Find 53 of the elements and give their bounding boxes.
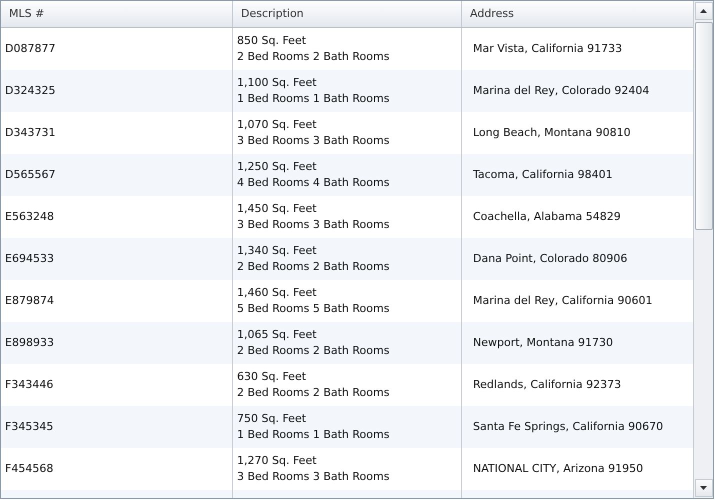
scrollbar[interactable] — [693, 1, 713, 498]
column-header[interactable]: MLS # — [1, 1, 233, 27]
column-header[interactable]: Address — [462, 1, 693, 27]
table-cell: 1 Bed Rooms 1 Bath Rooms — [237, 427, 390, 443]
scroll-up-button[interactable] — [694, 2, 712, 20]
table-cell: 1 Bed Rooms 1 Bath Rooms — [237, 91, 390, 107]
table-cell-text: D565567 — [5, 166, 56, 183]
table-cell-text: Mar Vista, California 91733 — [473, 40, 622, 57]
down-arrow-icon — [700, 486, 707, 490]
table-cell: 2 Bed Rooms 2 Bath Rooms — [237, 259, 390, 275]
table-cell-text: D343731 — [5, 124, 56, 141]
table-cell-text: E898933 — [5, 334, 54, 351]
scroll-down-button[interactable] — [694, 479, 712, 497]
table-cell-text: E563248 — [5, 208, 54, 225]
table-cell: 3 Bed Rooms 3 Bath Rooms — [237, 217, 390, 233]
table-cell: 750 Sq. Feet — [237, 411, 306, 427]
table-cell-text: E879874 — [5, 292, 54, 309]
table-cell: 2 Bed Rooms 2 Bath Rooms — [237, 49, 390, 65]
table-cell-text: NATIONAL CITY, Arizona 91950 — [473, 460, 644, 477]
table-cell-text: Dana Point, Colorado 80906 — [473, 250, 628, 267]
table-cell: 1,250 Sq. Feet — [237, 159, 317, 175]
up-arrow-icon — [700, 9, 707, 13]
table-cell: 2 Bed Rooms 2 Bath Rooms — [237, 343, 390, 359]
table-cell-text: E694533 — [5, 250, 54, 267]
table-cell-text: Santa Fe Springs, California 90670 — [473, 418, 664, 435]
table-cell: 3 Bed Rooms 3 Bath Rooms — [237, 133, 390, 149]
table-cell-text: D087877 — [5, 40, 56, 57]
table-cell-text: Redlands, California 92373 — [473, 376, 622, 393]
table-cell: 1,340 Sq. Feet — [237, 243, 317, 259]
table-cell: 1,270 Sq. Feet — [237, 453, 317, 469]
table-cell-text: Marina del Rey, Colorado 92404 — [473, 82, 650, 99]
table-cell: 1,065 Sq. Feet — [237, 327, 317, 343]
table-cell: 1,070 Sq. Feet — [237, 117, 317, 133]
scrollbar-thumb[interactable] — [694, 22, 712, 230]
column-header[interactable]: Description — [233, 1, 462, 27]
table-cell: 1,100 Sq. Feet — [237, 75, 317, 91]
table-cell-text: Newport, Montana 91730 — [473, 334, 613, 351]
table-cell: 1,460 Sq. Feet — [237, 285, 317, 301]
table-cell: 1,450 Sq. Feet — [237, 201, 317, 217]
table-cell: 4 Bed Rooms 4 Bath Rooms — [237, 175, 390, 191]
table-cell-text: Coachella, Alabama 54829 — [473, 208, 621, 225]
table-cell-text: F345345 — [5, 418, 54, 435]
table-cell: 630 Sq. Feet — [237, 369, 306, 385]
table-cell-text: Marina del Rey, California 90601 — [473, 292, 652, 309]
table-cell: 2 Bed Rooms 2 Bath Rooms — [237, 385, 390, 401]
table-cell-text: Long Beach, Montana 90810 — [473, 124, 631, 141]
table-cell: 3 Bed Rooms 3 Bath Rooms — [237, 469, 390, 485]
table-cell-text: F343446 — [5, 376, 54, 393]
table-cell-text: D324325 — [5, 82, 56, 99]
table-cell-text: F454568 — [5, 460, 54, 477]
table-cell: 850 Sq. Feet — [237, 33, 306, 49]
table-cell: 5 Bed Rooms 5 Bath Rooms — [237, 301, 390, 317]
table-cell-text: Tacoma, California 98401 — [473, 166, 613, 183]
